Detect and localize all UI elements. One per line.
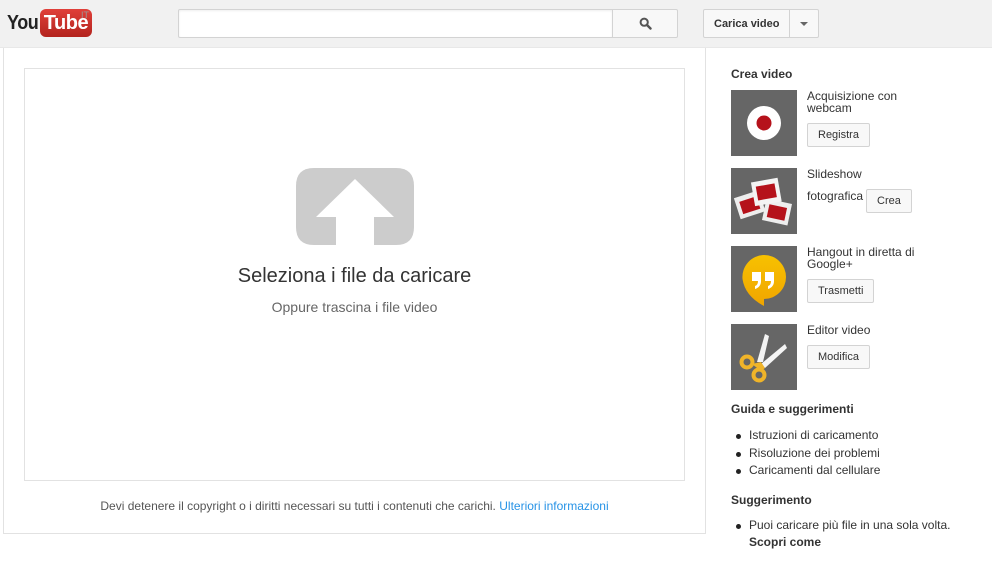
magnifier-icon <box>639 17 652 30</box>
upload-menu-button[interactable] <box>789 9 820 38</box>
more-info-link[interactable]: Ulteriori informazioni <box>499 499 608 513</box>
record-button[interactable]: Registra <box>807 123 870 147</box>
guide-list-item: Istruzioni di caricamento <box>731 427 981 445</box>
file-dropzone[interactable]: Seleziona i file da caricare Oppure tras… <box>24 68 685 481</box>
edit-button[interactable]: Modifica <box>807 345 870 369</box>
guide-list-item: Risoluzione dei problemi <box>731 445 981 463</box>
upload-button-group: Carica video <box>703 9 820 38</box>
create-item-editor: Editor video Modifica <box>731 324 981 390</box>
create-slideshow-button[interactable]: Crea <box>866 189 912 213</box>
slideshow-label-line1: Slideshow <box>807 167 862 181</box>
guide-title: Guida e suggerimenti <box>731 402 854 416</box>
learn-how-link[interactable]: Scopri come <box>749 534 981 551</box>
troubleshooting-link[interactable]: Risoluzione dei problemi <box>749 446 880 460</box>
drop-subtitle: Oppure trascina i file video <box>271 299 438 315</box>
upload-video-button[interactable]: Carica video <box>703 9 791 38</box>
country-code: IT <box>81 10 89 20</box>
upload-arrow-icon <box>296 168 414 245</box>
hangout-thumb[interactable] <box>731 246 797 312</box>
upload-instructions-link[interactable]: Istruzioni di caricamento <box>749 428 878 442</box>
search-bar <box>178 9 678 38</box>
tip-list-item: Puoi caricare più file in una sola volta… <box>731 517 981 551</box>
photo-slideshow-icon <box>733 177 793 226</box>
caret-down-icon <box>800 21 809 26</box>
create-item-hangout: Hangout in diretta di Google+ Trasmetti <box>731 246 981 312</box>
scissors-icon <box>739 334 787 383</box>
youtube-logo[interactable]: You Tube <box>7 9 93 37</box>
copyright-text: Devi detenere il copyright o i diritti n… <box>100 499 496 513</box>
tip-title: Suggerimento <box>731 492 812 507</box>
tip-text: Puoi caricare più file in una sola volta… <box>749 517 951 532</box>
create-item-slideshow: Slideshow fotografica Crea <box>731 167 981 234</box>
guide-list: Istruzioni di caricamento Risoluzione de… <box>731 427 981 480</box>
create-item-webcam: Acquisizione con webcam Registra <box>731 90 981 156</box>
webcam-label: Acquisizione con webcam <box>807 89 898 115</box>
webcam-record-icon <box>747 106 781 140</box>
masthead: You Tube IT Carica video <box>0 0 992 48</box>
slideshow-thumb[interactable] <box>731 168 797 234</box>
upload-panel: Seleziona i file da caricare Oppure tras… <box>3 48 706 534</box>
search-button[interactable] <box>613 9 678 38</box>
editor-label: Editor video <box>807 323 871 337</box>
copyright-notice: Devi detenere il copyright o i diritti n… <box>4 499 705 513</box>
create-video-title: Crea video <box>731 67 793 81</box>
mobile-uploads-link[interactable]: Caricamenti dal cellulare <box>749 463 880 477</box>
logo-you-text: You <box>7 12 39 34</box>
broadcast-button[interactable]: Trasmetti <box>807 279 875 303</box>
guide-list-item: Caricamenti dal cellulare <box>731 462 981 480</box>
search-input[interactable] <box>178 9 613 38</box>
sidebar: Crea video Acquisizione con webcam Regis… <box>731 66 981 551</box>
drop-title[interactable]: Seleziona i file da caricare <box>25 265 684 288</box>
hangout-label: Hangout in diretta di Google+ <box>807 245 915 271</box>
editor-thumb[interactable] <box>731 324 797 390</box>
webcam-thumb[interactable] <box>731 90 797 156</box>
tip-list: Puoi caricare più file in una sola volta… <box>731 517 981 551</box>
hangouts-icon <box>742 255 786 306</box>
